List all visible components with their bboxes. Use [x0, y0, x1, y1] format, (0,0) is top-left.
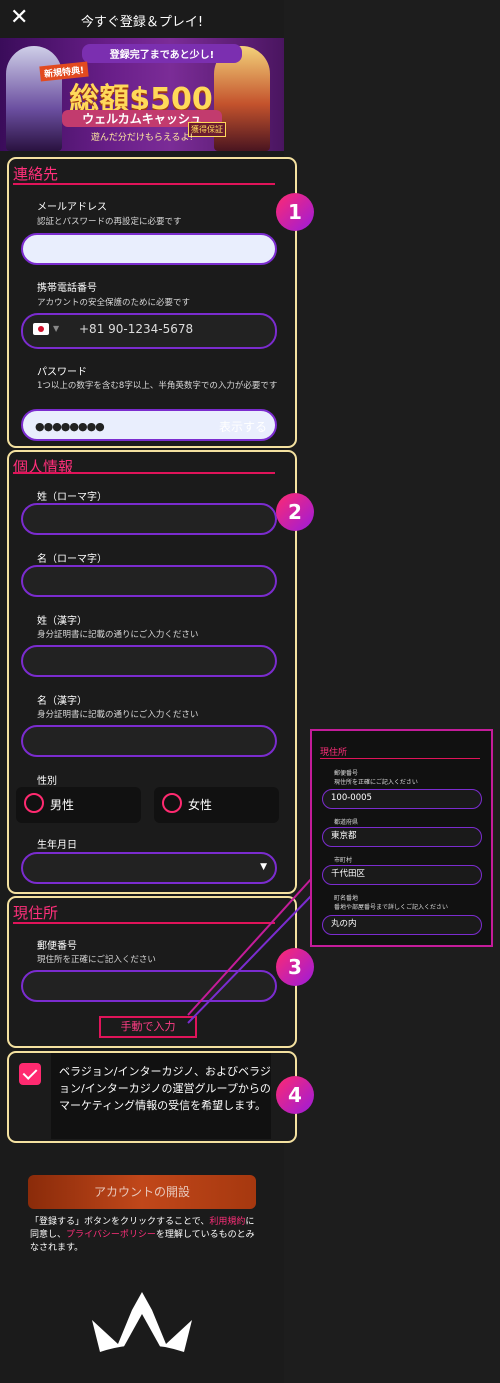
callout-city-label: 市町村: [334, 857, 353, 864]
postal-label: 郵便番号: [37, 941, 77, 952]
callout-street-field[interactable]: 丸の内: [322, 915, 482, 935]
callout-title: 現住所: [320, 748, 348, 758]
gender-male-option[interactable]: 男性: [16, 787, 141, 823]
step-4-badge: 4: [276, 1076, 314, 1114]
first-name-roman-field[interactable]: [21, 565, 277, 597]
first-name-kanji-label: 名（漢字）: [37, 696, 87, 707]
consent-box: ベラジョン/インターカジノ、およびベラジョン/インターカジノの運営グループからの…: [51, 1053, 271, 1139]
chevron-down-icon[interactable]: ▼: [260, 862, 267, 872]
consent-section: ベラジョン/インターカジノ、およびベラジョン/インターカジノの運営グループからの…: [7, 1051, 297, 1143]
postal-field[interactable]: [21, 970, 277, 1002]
privacy-policy-link[interactable]: プライバシーポリシー: [66, 1230, 156, 1240]
consent-text: ベラジョン/インターカジノ、およびベラジョン/インターカジノの運営グループからの…: [59, 1065, 271, 1112]
personal-section: 個人情報 姓（ローマ字） 名（ローマ字） 姓（漢字） 身分証明書に記載の通りにご…: [7, 450, 297, 894]
radio-icon[interactable]: [162, 793, 182, 813]
dob-select[interactable]: ▼: [21, 852, 277, 884]
gender-female-option[interactable]: 女性: [154, 787, 279, 823]
contact-section: 連絡先 メールアドレス 認証とパスワードの再設定に必要です 携帯電話番号 アカウ…: [7, 157, 297, 448]
contact-divider: [13, 183, 275, 185]
open-account-button[interactable]: アカウントの開設: [28, 1175, 256, 1209]
first-name-kanji-field[interactable]: [21, 725, 277, 757]
registration-screen: ✕ 今すぐ登録＆プレイ! 登録完了まであと少し! 新規特典! 総額$500 ウェ…: [0, 0, 297, 1383]
address-title: 現住所: [13, 904, 59, 922]
first-name-roman-label: 名（ローマ字）: [37, 554, 107, 565]
terms-link[interactable]: 利用規約: [209, 1217, 245, 1227]
phone-placeholder: +81 90-1234-5678: [79, 322, 194, 336]
callout-street-hint: 番地や部屋番号まで詳しくご記入ください: [334, 904, 449, 911]
password-label: パスワード: [37, 367, 87, 378]
personal-divider: [13, 472, 275, 474]
gender-male-label: 男性: [50, 798, 75, 812]
password-hint: 1つ以上の数字を含む8字以上、半角英数字での入力が必要です: [37, 381, 278, 391]
address-section: 現住所 郵便番号 現住所を正確にご記入ください 手動で入力: [7, 896, 297, 1048]
step-3-badge: 3: [276, 948, 314, 986]
callout-postal-hint: 現住所を正確にご記入ください: [334, 779, 418, 786]
callout-divider: [320, 758, 480, 759]
page-title: 今すぐ登録＆プレイ!: [80, 15, 204, 30]
step-1-badge: 1: [276, 193, 314, 231]
dob-label: 生年月日: [37, 840, 77, 851]
email-label: メールアドレス: [37, 202, 107, 213]
phone-field[interactable]: ▼ +81 90-1234-5678: [21, 313, 277, 349]
email-field[interactable]: [21, 233, 277, 265]
callout-pref-label: 都道府県: [334, 819, 359, 826]
terms-part1: 「登録する」ボタンをクリックすることで、: [30, 1217, 210, 1227]
last-name-kanji-label: 姓（漢字）: [37, 616, 87, 627]
callout-postal-label: 郵便番号: [334, 770, 359, 777]
character-left-image: [6, 46, 62, 151]
show-password-button[interactable]: 表示する: [219, 418, 267, 435]
address-divider: [13, 922, 275, 924]
step-2-badge: 2: [276, 493, 314, 531]
gender-options: 男性 女性: [16, 787, 286, 823]
phone-label: 携帯電話番号: [37, 283, 97, 294]
consent-checkbox[interactable]: [19, 1063, 41, 1085]
top-bar: ✕ 今すぐ登録＆プレイ!: [0, 0, 284, 38]
radio-icon[interactable]: [24, 793, 44, 813]
password-value: ●●●●●●●●: [35, 420, 105, 433]
manual-entry-link[interactable]: 手動で入力: [99, 1016, 197, 1038]
crown-logo-icon: [92, 1292, 192, 1352]
email-hint: 認証とパスワードの再設定に必要です: [37, 217, 182, 227]
promo-banner: 登録完了まであと少し! 新規特典! 総額$500 ウェルカムキャッシュ 獲得保証…: [0, 38, 284, 151]
last-name-kanji-hint: 身分証明書に記載の通りにご入力ください: [37, 630, 199, 640]
first-name-kanji-hint: 身分証明書に記載の通りにご入力ください: [37, 710, 199, 720]
last-name-kanji-field[interactable]: [21, 645, 277, 677]
callout-pref-field[interactable]: 東京都: [322, 827, 482, 847]
password-field[interactable]: ●●●●●●●● 表示する: [21, 409, 277, 441]
contact-title: 連絡先: [13, 165, 59, 183]
callout-postal-field[interactable]: 100-0005: [322, 789, 482, 809]
banner-subtext: 遊んだ分だけもらえるよ!: [90, 133, 194, 143]
postal-hint: 現住所を正確にご記入ください: [37, 955, 156, 965]
callout-city-field[interactable]: 千代田区: [322, 865, 482, 885]
last-name-roman-label: 姓（ローマ字）: [37, 492, 107, 503]
gender-label: 性別: [37, 776, 57, 787]
banner-headline: 登録完了まであと少し!: [82, 44, 242, 63]
japan-flag-icon[interactable]: [33, 323, 49, 335]
terms-text: 「登録する」ボタンをクリックすることで、利用規約に同意し、プライバシーポリシーを…: [30, 1216, 260, 1255]
chevron-down-icon[interactable]: ▼: [53, 324, 59, 333]
gender-female-label: 女性: [188, 798, 213, 812]
callout-street-label: 町名番地: [334, 895, 359, 902]
last-name-roman-field[interactable]: [21, 503, 277, 535]
phone-hint: アカウントの安全保護のために必要です: [37, 298, 191, 308]
manual-address-callout: 現住所 郵便番号 現住所を正確にご記入ください 100-0005 都道府県 東京…: [310, 729, 493, 947]
